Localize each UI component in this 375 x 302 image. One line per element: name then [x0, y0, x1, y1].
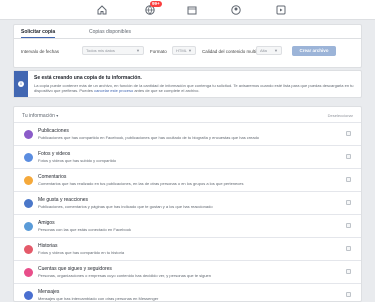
- tab-request-copy[interactable]: Solicitar copia: [21, 29, 56, 38]
- format-value: HTML: [176, 48, 187, 53]
- list-item-photos-videos[interactable]: Fotos y videos Fotos y videos que has su…: [14, 145, 361, 168]
- list-item-description: Personas con las que estás conectado en …: [38, 227, 131, 232]
- notice-body-part-3: antes de que se complete el archivo.: [134, 88, 200, 93]
- list-item-title: Cuentas que sigues y seguidores: [38, 266, 112, 272]
- list-item-title: Historias: [38, 243, 58, 249]
- format-label: Formato: [150, 49, 167, 54]
- copy-in-progress-notice: i Se está creando una copia de tu inform…: [13, 70, 362, 98]
- following-icon: [24, 268, 33, 277]
- list-item-checkbox[interactable]: [346, 154, 351, 159]
- list-item-messages[interactable]: Mensajes Mensajes que has intercambiado …: [14, 283, 361, 302]
- list-item-checkbox[interactable]: [346, 246, 351, 251]
- stories-icon: [24, 245, 33, 254]
- list-item-following-followers[interactable]: Cuentas que sigues y seguidores Personas…: [14, 260, 361, 283]
- media-quality-select[interactable]: Alta ▼: [256, 46, 282, 55]
- chevron-down-icon: ▼: [274, 48, 278, 53]
- media-quality-value: Alta: [260, 48, 267, 53]
- notice-title: Se está creando una copia de tu informac…: [34, 75, 142, 81]
- your-information-panel: Tu información ▾ Deseleccionar Publicaci…: [13, 106, 362, 302]
- like-icon: [24, 199, 33, 208]
- list-item-description: Fotos y videos que has subido y comparti…: [38, 158, 117, 163]
- messenger-icon: [24, 291, 33, 300]
- list-item-checkbox[interactable]: [346, 292, 351, 297]
- date-range-value: Todos mis datos: [86, 48, 115, 53]
- list-item-comments[interactable]: Comentarios Comentarios que has realizad…: [14, 168, 361, 191]
- list-item-posts[interactable]: Publicaciones Publicaciones que has comp…: [14, 122, 361, 145]
- list-item-description: Comentarios que has realizado en tus pub…: [38, 181, 244, 186]
- tab-available-copies[interactable]: Copias disponibles: [89, 29, 131, 35]
- list-item-title: Me gusta y reacciones: [38, 197, 89, 203]
- tabs: Solicitar copia Copias disponibles: [14, 25, 361, 39]
- posts-icon: [24, 130, 33, 139]
- deselect-all-link[interactable]: Deseleccionar: [328, 113, 353, 118]
- format-select[interactable]: HTML ▼: [172, 46, 196, 55]
- download-request-panel: Solicitar copia Copias disponibles Inter…: [13, 24, 362, 68]
- notice-accent-bar: i: [14, 71, 28, 97]
- your-information-toggle[interactable]: Tu información ▾: [22, 113, 58, 119]
- list-item-checkbox[interactable]: [346, 269, 351, 274]
- date-range-label: Intervalo de fechas: [21, 49, 60, 54]
- list-item-title: Amigos: [38, 220, 55, 226]
- list-item-title: Publicaciones: [38, 128, 69, 134]
- chevron-down-icon: ▼: [136, 48, 140, 53]
- marketplace-icon[interactable]: [186, 4, 198, 16]
- list-item-title: Mensajes: [38, 289, 60, 295]
- date-range-select[interactable]: Todos mis datos ▼: [82, 46, 144, 55]
- notification-badge: 99+: [150, 1, 162, 7]
- list-item-description: Mensajes que has intercambiado con otras…: [38, 296, 159, 301]
- info-icon: i: [18, 81, 24, 87]
- list-item-title: Comentarios: [38, 174, 67, 180]
- list-item-stories[interactable]: Historias Fotos y videos que has compart…: [14, 237, 361, 260]
- friends-icon: [24, 222, 33, 231]
- list-item-description: Publicaciones que has compartido en Face…: [38, 135, 260, 140]
- watch-icon[interactable]: [275, 4, 287, 16]
- chevron-down-icon: ▼: [188, 48, 192, 53]
- photos-icon: [24, 153, 33, 162]
- list-item-likes-reactions[interactable]: Me gusta y reacciones Publicaciones, com…: [14, 191, 361, 214]
- list-item-description: Personas, organizaciones o empresas cuyo…: [38, 273, 211, 278]
- list-item-title: Fotos y videos: [38, 151, 71, 157]
- list-item-checkbox[interactable]: [346, 177, 351, 182]
- home-icon[interactable]: [96, 4, 108, 16]
- list-item-friends[interactable]: Amigos Personas con las que estás conect…: [14, 214, 361, 237]
- list-item-checkbox[interactable]: [346, 200, 351, 205]
- create-file-button[interactable]: Crear archivo: [292, 46, 336, 56]
- comments-icon: [24, 176, 33, 185]
- list-item-description: Fotos y videos que has compartido en tu …: [38, 250, 125, 255]
- list-item-checkbox[interactable]: [346, 131, 351, 136]
- groups-icon[interactable]: [230, 4, 242, 16]
- list-item-checkbox[interactable]: [346, 223, 351, 228]
- chevron-down-icon: ▾: [56, 113, 59, 118]
- top-navigation: 99+: [0, 0, 375, 20]
- globe-icon[interactable]: 99+: [144, 1, 162, 16]
- cancel-process-link[interactable]: cancelar este proceso: [94, 88, 133, 93]
- notice-body: La copia puede contener más de un archiv…: [34, 83, 354, 93]
- your-information-heading: Tu información: [22, 113, 55, 119]
- list-item-description: Publicaciones, comentarios y páginas que…: [38, 204, 213, 209]
